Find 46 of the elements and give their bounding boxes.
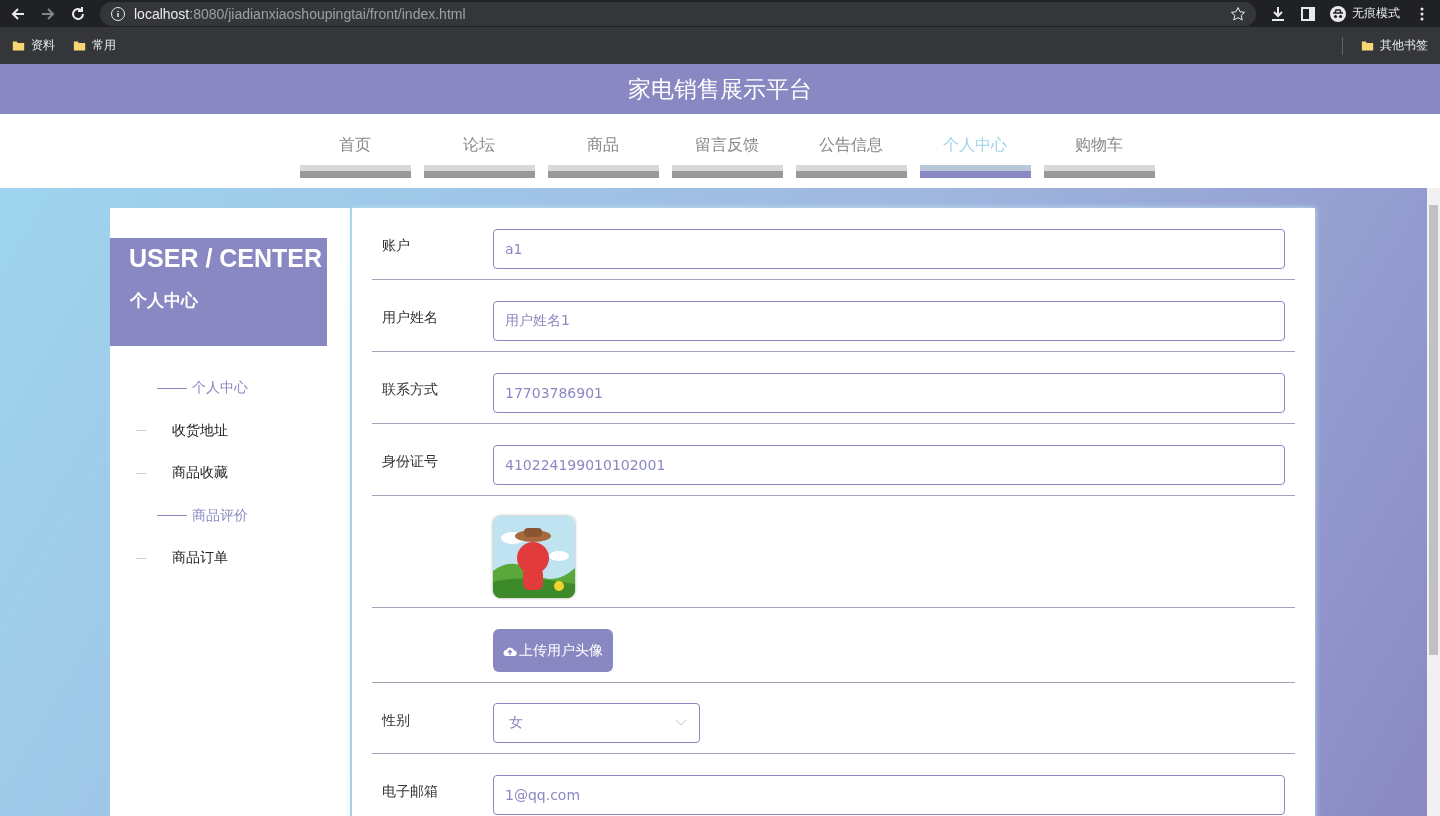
input-field[interactable]: a1 [493, 229, 1285, 269]
select-field[interactable]: 女 [493, 703, 700, 743]
field-label: 身份证号 [382, 453, 438, 469]
info-icon [110, 5, 126, 22]
menu-item[interactable]: 收货地址 [110, 409, 350, 452]
menu-item[interactable]: 商品订单 [110, 537, 350, 580]
reload-icon[interactable] [70, 5, 86, 22]
field-label: 联系方式 [382, 381, 438, 397]
nav-tab[interactable]: 公告信息 [795, 114, 907, 178]
download-icon[interactable] [1270, 5, 1286, 22]
menu-title: USER / CENTER [129, 244, 324, 273]
menu-item[interactable]: 个人中心 [110, 367, 350, 410]
input-field[interactable]: 1@qq.com [493, 775, 1285, 815]
forward-arrow-icon[interactable] [40, 5, 56, 22]
folder-icon [73, 39, 86, 52]
field-label: 电子邮箱 [382, 783, 438, 799]
side-panel-icon[interactable] [1300, 5, 1316, 22]
upload-button[interactable]: 上传用户头像 [493, 629, 613, 672]
bookmark[interactable]: 其他书签 [1361, 37, 1428, 54]
nav-tab[interactable]: 论坛 [423, 114, 535, 178]
input-field[interactable]: 17703786901 [493, 373, 1285, 413]
menu-item[interactable]: 商品评价 [110, 494, 350, 537]
nav-tab[interactable]: 商品 [547, 114, 659, 178]
input-field[interactable]: 410224199010102001 [493, 445, 1285, 485]
address-bar[interactable]: localhost:8080/jiadianxiaoshoupingtai/front/index.html [100, 1, 1256, 26]
menu-item[interactable]: 商品收藏 [110, 452, 350, 495]
field-label: 用户姓名 [382, 309, 438, 325]
nav-tab[interactable]: 首页 [299, 114, 411, 178]
chevron-down-icon [675, 719, 687, 727]
bookmark[interactable]: 常用 [73, 37, 116, 54]
folder-icon [1361, 39, 1374, 52]
folder-icon [12, 39, 25, 52]
field-label: 性别 [382, 712, 410, 728]
nav-tab[interactable]: 购物车 [1043, 114, 1155, 178]
nav-tab[interactable]: 留言反馈 [671, 114, 783, 178]
input-field[interactable]: 用户姓名1 [493, 301, 1285, 341]
menu-subtitle: 个人中心 [130, 289, 199, 312]
bookmark[interactable]: 资料 [12, 37, 55, 54]
incognito-icon[interactable] [1330, 5, 1346, 22]
site-title: 家电销售展示平台 [628, 74, 812, 104]
url-text: localhost:8080/jiadianxiaoshoupingtai/front/index.html [134, 5, 466, 22]
scrollbar[interactable] [1427, 188, 1440, 816]
star-icon[interactable] [1230, 5, 1246, 22]
field-label: 账户 [382, 237, 410, 253]
back-arrow-icon[interactable] [10, 5, 26, 22]
incognito-label: 无痕模式 [1352, 5, 1400, 22]
